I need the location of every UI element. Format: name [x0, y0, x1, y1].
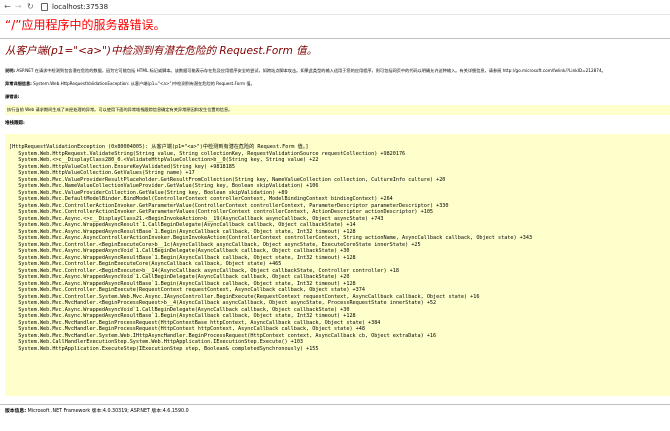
stack-trace-line: System.Web.HttpApplication.ExecuteStep(I… — [9, 345, 319, 352]
stack-trace-box: [HttpRequestValidationException (0x80004… — [5, 134, 670, 396]
description-text: ASP.NET 在请求中检测到包含潜在危险的数据，因为它可能包括 HTML 标记… — [16, 68, 606, 73]
description-line: 说明: ASP.NET 在请求中检测到包含潜在危险的数据，因为它可能包括 HTM… — [5, 68, 606, 73]
stack-trace: [HttpRequestValidationException (0x80004… — [9, 144, 532, 352]
url-field[interactable]: localhost:37538 — [52, 2, 108, 12]
source-error-label-line: 源错误: — [5, 94, 19, 99]
version-info: 版本信息: Microsoft .NET Framework 版本:4.0.30… — [5, 409, 189, 415]
error-title: “/”应用程序中的服务器错误。 — [5, 18, 166, 32]
source-error-text: 执行当前 Web 请求期间生成了未经处理的异常。可以使用下面的异常堆栈跟踪信息确… — [7, 107, 233, 112]
exception-text: System.Web.HttpRequestValidationExceptio… — [33, 81, 255, 86]
version-text: Microsoft .NET Framework 版本:4.0.30319; A… — [27, 409, 189, 414]
stack-trace-line: System.Web.Mvc.Async.AsyncControllerActi… — [9, 235, 533, 241]
stack-trace-label: 堆栈跟踪: — [5, 121, 25, 126]
description-label: 说明: — [5, 68, 16, 73]
version-label: 版本信息: — [5, 409, 27, 414]
footer-divider — [0, 404, 670, 405]
reload-icon[interactable]: ↻ — [27, 2, 34, 12]
title-divider — [0, 38, 670, 39]
browser-address-bar: ← → ↻ localhost:37538 — [0, 0, 670, 15]
error-subtitle: 从客户端(p1="<a>")中检测到有潜在危险的 Request.Form 值。 — [5, 45, 318, 57]
exception-line: 异常详细信息: System.Web.HttpRequestValidation… — [5, 81, 255, 86]
lock-icon — [41, 3, 48, 11]
exception-label: 异常详细信息: — [5, 81, 32, 86]
forward-arrow-icon[interactable]: → — [15, 2, 22, 12]
source-error-label: 源错误: — [5, 94, 20, 99]
source-error-box: 执行当前 Web 请求期间生成了未经处理的异常。可以使用下面的异常堆栈跟踪信息确… — [5, 105, 670, 115]
back-arrow-icon[interactable]: ← — [4, 2, 11, 12]
